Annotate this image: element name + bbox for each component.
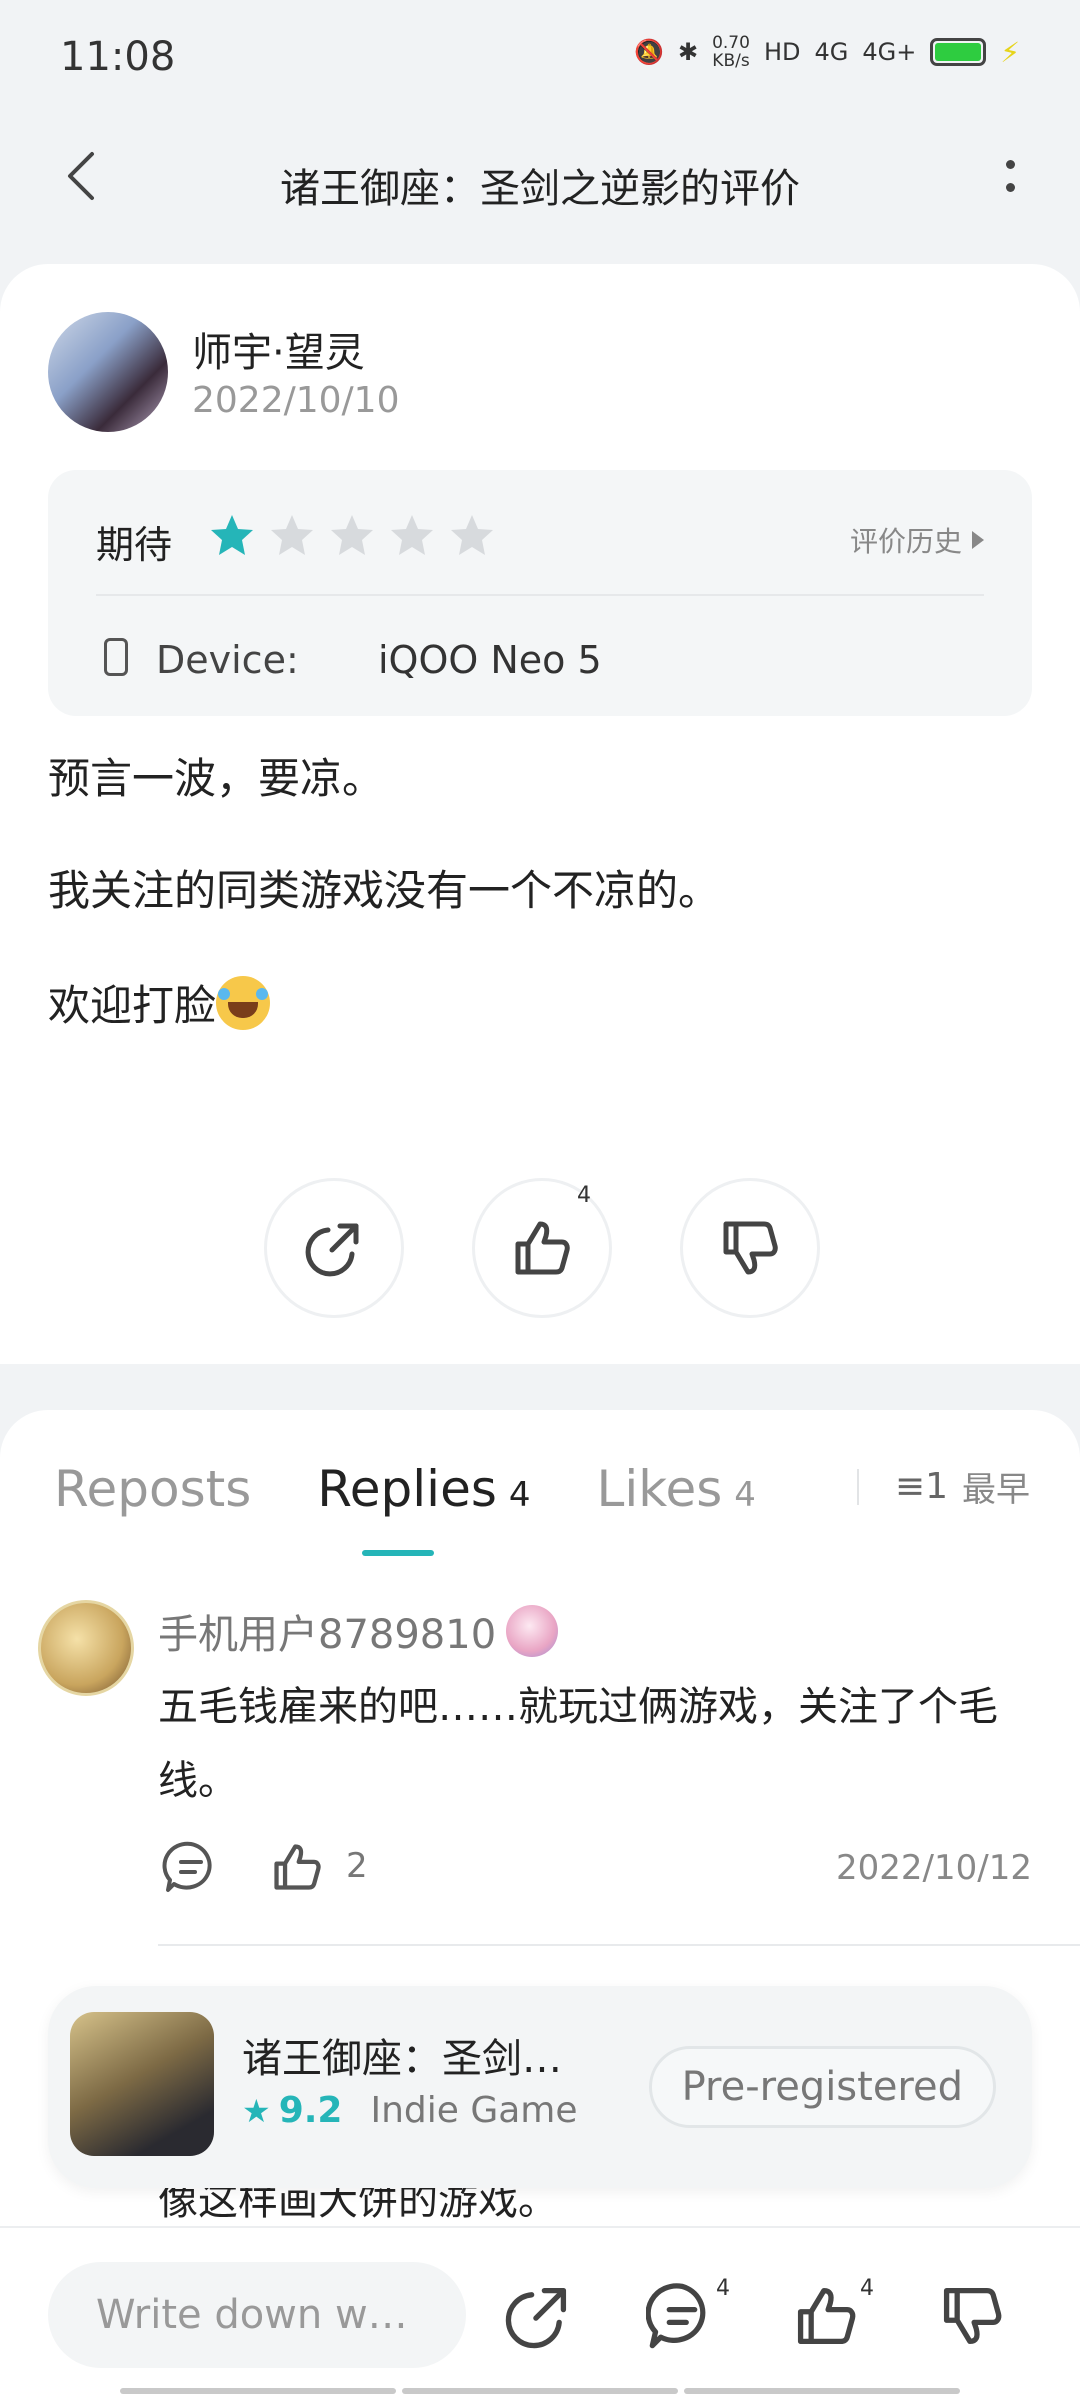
star-empty-icon — [451, 515, 493, 555]
review-paragraph: 我关注的同类游戏没有一个不凉的。 — [48, 866, 721, 915]
comment-icon[interactable] — [646, 2280, 718, 2352]
hd-icon: HD — [763, 38, 801, 66]
signal-4g-plus-icon: 4G+ — [862, 38, 917, 66]
write-comment-input[interactable]: Write down w… — [48, 2262, 466, 2368]
tab-reposts[interactable]: Reposts — [54, 1460, 251, 1518]
review-paragraph: 欢迎打脸 — [48, 976, 1032, 1033]
thumbs-up-icon[interactable] — [790, 2280, 862, 2352]
status-icons: 🔕 ✱ 0.70 KB/s HD 4G 4G+ ⚡ — [634, 34, 1020, 70]
game-genre: Indie Game — [370, 2090, 578, 2131]
like-count: 4 — [860, 2276, 874, 2301]
reply-item: 手机用户8789810 五毛钱雇来的吧……就玩过俩游戏，关注了个毛线。 2 20… — [0, 1580, 1080, 1960]
status-time: 11:08 — [60, 34, 176, 80]
author-avatar[interactable] — [48, 312, 168, 432]
thumbs-up-icon[interactable] — [268, 1838, 326, 1896]
top-nav: 诸王御座：圣剑之逆影的评价 — [0, 116, 1080, 246]
review-paragraph: 预言一波，要凉。 — [48, 754, 385, 803]
sort-label: 最早 — [962, 1470, 1030, 1510]
device-label: Device: — [156, 638, 299, 682]
more-options-icon[interactable] — [980, 146, 1040, 206]
thumbs-down-icon — [723, 1221, 778, 1275]
game-meta: ★ 9.2 Indie Game — [242, 2090, 578, 2131]
divider — [158, 1944, 1080, 1946]
triangle-right-icon — [972, 531, 984, 549]
like-count: 4 — [577, 1183, 591, 1208]
thumbs-down-icon[interactable] — [936, 2280, 1008, 2352]
star-empty-icon — [271, 515, 313, 555]
tab-likes[interactable]: Likes 4 — [597, 1460, 756, 1518]
star-empty-icon — [331, 515, 373, 555]
bottom-action-bar: Write down w… 4 4 — [0, 2226, 1080, 2400]
divider — [96, 594, 984, 596]
rating-history-label: 评价历史 — [849, 525, 962, 558]
divider — [856, 1468, 859, 1505]
game-info-card[interactable]: 诸王御座：圣剑… ★ 9.2 Indie Game Pre-registered — [48, 1986, 1032, 2188]
star-icon: ★ — [242, 2091, 271, 2130]
signal-4g-icon: 4G — [814, 38, 849, 66]
reply-avatar[interactable] — [38, 1600, 134, 1696]
thumbs-up-icon — [515, 1221, 570, 1275]
comment-icon[interactable] — [162, 1838, 220, 1896]
game-score: 9.2 — [278, 2090, 343, 2131]
rating-label: 期待 — [96, 523, 173, 567]
mute-icon: 🔕 — [634, 38, 664, 66]
reply-like-count: 2 — [346, 1846, 368, 1886]
status-bar: 11:08 🔕 ✱ 0.70 KB/s HD 4G 4G+ ⚡ — [0, 0, 1080, 116]
rating-history-link[interactable]: 评价历史 — [850, 520, 984, 560]
star-filled-icon — [211, 515, 253, 555]
share-icon[interactable] — [502, 2280, 574, 2352]
review-detail-screen: 11:08 🔕 ✱ 0.70 KB/s HD 4G 4G+ ⚡ 诸王御座：圣剑之逆… — [0, 0, 1080, 2400]
battery-icon — [930, 38, 987, 66]
dislike-button[interactable] — [680, 1178, 820, 1318]
reply-username[interactable]: 手机用户8789810 — [158, 1602, 559, 1660]
reply-text: 五毛钱雇来的吧……就玩过俩游戏，关注了个毛线。 — [158, 1684, 998, 1804]
sort-icon: ≡1 — [894, 1466, 948, 1507]
charging-icon: ⚡ — [1000, 35, 1020, 69]
review-card: 师宇·望灵 2022/10/10 期待 评价历史 Device: iQOO Ne… — [0, 264, 1080, 1364]
comment-count: 4 — [716, 2276, 730, 2301]
like-button[interactable]: 4 — [472, 1178, 612, 1318]
pre-registered-button[interactable]: Pre-registered — [648, 2046, 996, 2128]
game-icon[interactable] — [70, 2012, 214, 2156]
device-value: iQOO Neo 5 — [378, 638, 602, 682]
author-name[interactable]: 师宇·望灵 — [192, 320, 365, 378]
share-button[interactable] — [264, 1178, 404, 1318]
star-rating — [208, 512, 496, 560]
network-speed: 0.70 KB/s — [712, 33, 750, 71]
tab-replies[interactable]: Replies 4 — [317, 1460, 530, 1518]
review-date: 2022/10/10 — [192, 380, 400, 421]
gesture-bar — [120, 2388, 960, 2394]
back-arrow-icon[interactable] — [54, 146, 114, 206]
rating-box: 期待 评价历史 Device: iQOO Neo 5 — [48, 470, 1032, 716]
reply-tabs: Reposts Replies 4 Likes 4 — [54, 1460, 756, 1518]
active-tab-indicator — [362, 1550, 434, 1556]
phone-icon — [104, 638, 128, 676]
sort-control[interactable]: ≡1 最早 — [856, 1462, 1030, 1511]
share-icon — [305, 1223, 359, 1277]
review-content: 预言一波，要凉。 我关注的同类游戏没有一个不凉的。 欢迎打脸 — [48, 752, 1032, 1091]
laughing-tears-emoji-icon — [216, 976, 271, 1030]
star-empty-icon — [391, 515, 433, 555]
bluetooth-icon: ✱ — [677, 38, 699, 66]
reply-date: 2022/10/12 — [836, 1848, 1032, 1888]
page-title: 诸王御座：圣剑之逆影的评价 — [280, 166, 800, 212]
game-title: 诸王御座：圣剑… — [242, 2036, 562, 2082]
review-actions: 4 — [264, 1178, 820, 1318]
reply-footer: 2 2022/10/12 — [158, 1838, 1032, 1898]
user-badge-icon — [506, 1605, 559, 1657]
